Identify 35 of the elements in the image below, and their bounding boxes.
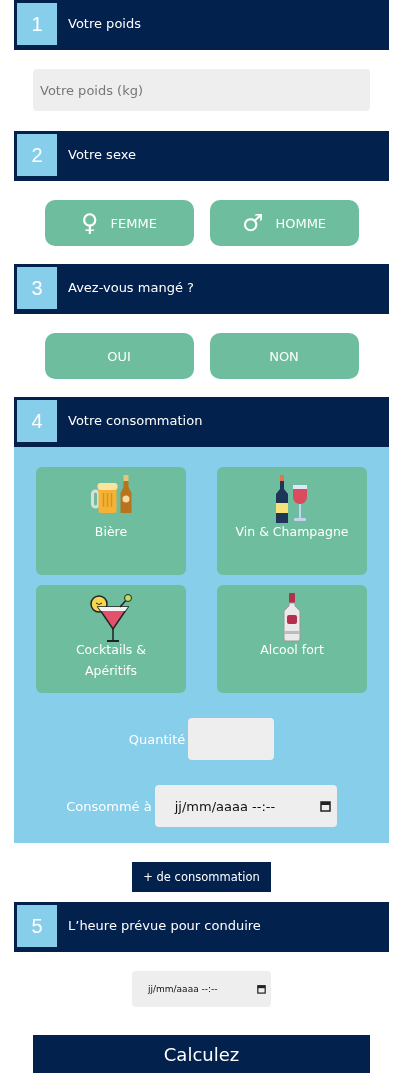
step-number: 2 [17, 134, 57, 176]
drink-card[interactable]: Cocktails & Apéritifs [36, 585, 186, 693]
drink-label: Alcool fort [259, 641, 325, 659]
drink-card[interactable]: Bière [36, 467, 186, 575]
quantity-input-field[interactable] [188, 718, 275, 760]
drink-card[interactable]: Vin & Champagne [217, 467, 367, 575]
step-number: 1 [17, 3, 57, 45]
weight-input-field[interactable]: Votre poids (kg) [33, 69, 370, 111]
choice-button[interactable]: ♀ FEMME [44, 200, 194, 246]
drink-label: Vin & Champagne [234, 523, 350, 541]
liquor-bottle-icon [282, 593, 302, 643]
cocktail-glass-icon [90, 593, 132, 643]
date-time-field[interactable]: jj/mm/aaaa --:-- [154, 785, 337, 827]
calendar-icon [257, 984, 266, 994]
consumed-at-label: Consommé à [66, 798, 152, 814]
add-consumption-button[interactable]: + de consommation [132, 862, 271, 892]
choice-button[interactable]: NON [209, 333, 359, 379]
section-title: Votre sexe [68, 146, 136, 162]
drink-label: Bière [93, 523, 129, 541]
quantity-label: Quantité [128, 731, 186, 747]
drink-label: Cocktails & Apéritifs [74, 641, 148, 680]
section-title: Votre consommation [68, 412, 203, 428]
choice-button[interactable]: OUI [44, 333, 194, 379]
calculate-button[interactable]: Calculez [33, 1035, 370, 1073]
step-number: 4 [17, 400, 57, 442]
wine-bottle-and-glass-icon [276, 475, 308, 525]
date-time-field[interactable]: jj/mm/aaaa --:-- [132, 971, 271, 1007]
choice-button[interactable]: ♂ HOMME [209, 200, 359, 246]
step-number: 3 [17, 267, 57, 309]
step-number: 5 [17, 905, 57, 947]
section-title: Votre poids [68, 15, 141, 31]
section-title: L’heure prévue pour conduire [68, 917, 261, 933]
section-title: Avez-vous mangé ? [68, 279, 194, 295]
calendar-icon [319, 800, 331, 812]
drink-card[interactable]: Alcool fort [217, 585, 367, 693]
